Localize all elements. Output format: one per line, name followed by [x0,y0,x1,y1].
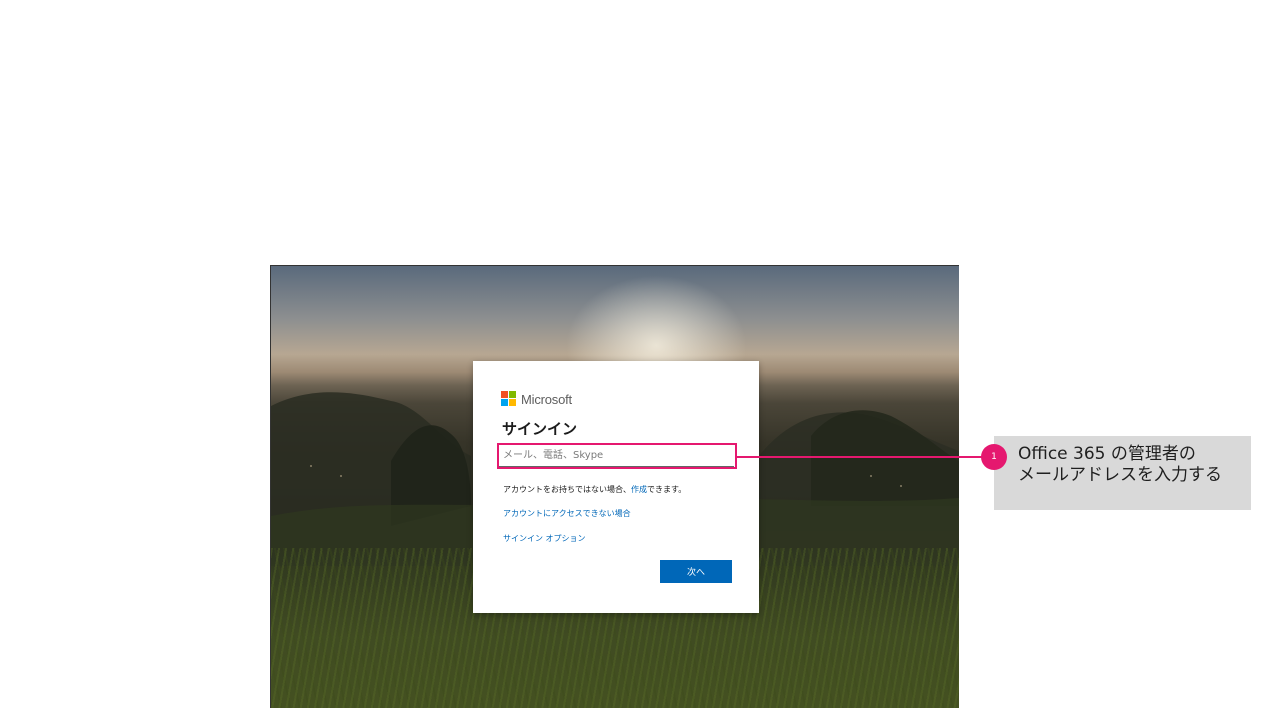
no-account-prefix: アカウントをお持ちではない場合、 [503,485,631,494]
cant-access-account-link[interactable]: アカウントにアクセスできない場合 [503,508,631,519]
callout-line-2: メールアドレスを入力する [1018,465,1222,485]
page-title: サインイン [502,421,578,438]
create-account-link[interactable]: 作成 [631,485,647,494]
next-button[interactable]: 次へ [660,560,732,583]
signin-card: Microsoft サインイン アカウントをお持ちではない場合、作成できます。 … [473,361,759,613]
logo-square-yellow [509,399,516,406]
email-field[interactable] [499,445,734,467]
logo-square-red [501,391,508,398]
page: Microsoft サインイン アカウントをお持ちではない場合、作成できます。 … [0,0,1280,720]
no-account-suffix: できます。 [647,485,687,494]
logo-square-green [509,391,516,398]
logo-square-blue [501,399,508,406]
signin-screenshot: Microsoft サインイン アカウントをお持ちではない場合、作成できます。 … [270,265,959,708]
microsoft-logo-icon [501,391,517,407]
callout-text: Office 365 の管理者の メールアドレスを入力する [1018,444,1248,486]
callout-line-1: Office 365 の管理者の [1018,444,1196,464]
callout-number-badge: 1 [981,444,1007,470]
brand-name: Microsoft [521,391,572,407]
signin-options-link[interactable]: サインイン オプション [503,533,586,544]
microsoft-logo: Microsoft [501,391,572,407]
no-account-text: アカウントをお持ちではない場合、作成できます。 [503,484,686,495]
callout-connector-line [735,456,984,458]
